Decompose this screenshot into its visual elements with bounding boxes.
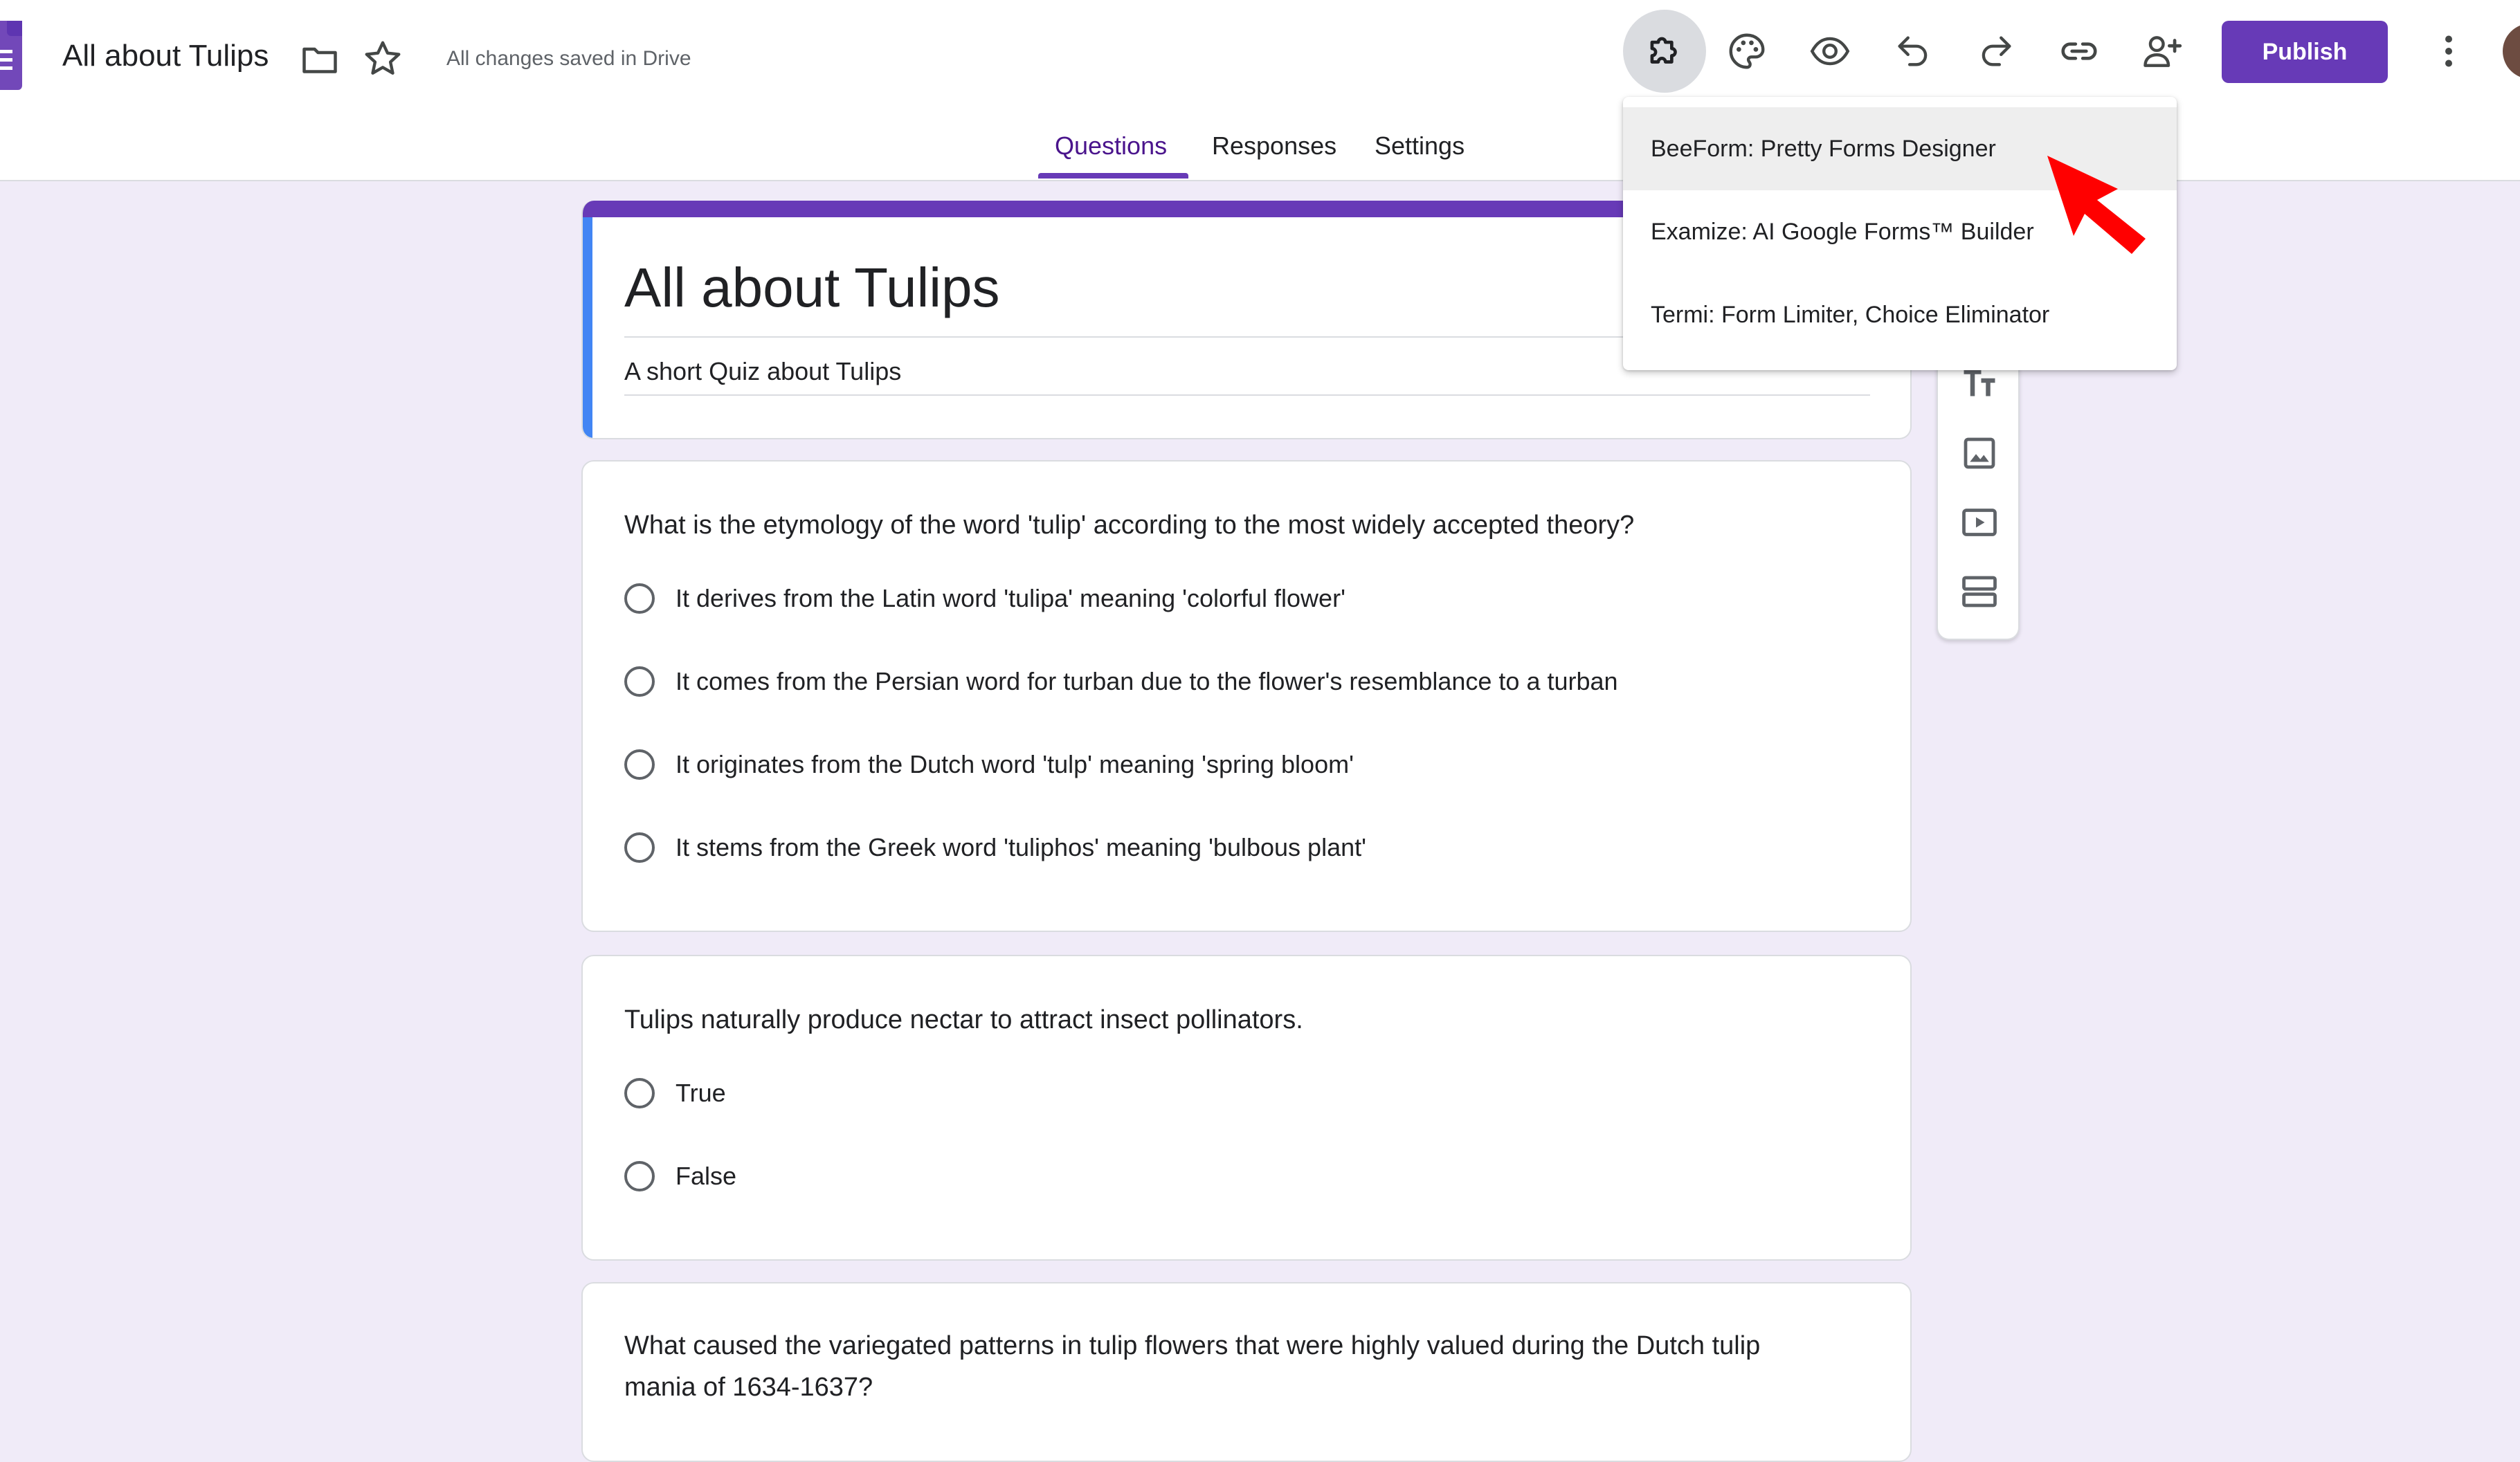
google-forms-logo-icon[interactable] bbox=[0, 21, 22, 90]
radio-button[interactable] bbox=[624, 1078, 655, 1108]
question-title-line-1[interactable]: What caused the variegated patterns in t… bbox=[624, 1325, 1760, 1367]
add-image-icon[interactable] bbox=[1959, 432, 2000, 474]
selected-card-indicator bbox=[583, 217, 592, 438]
option-label: It comes from the Persian word for turba… bbox=[676, 667, 1618, 695]
link-icon bbox=[2061, 42, 2097, 60]
menu-item-termi[interactable]: Termi: Form Limiter, Choice Eliminator bbox=[1623, 273, 2177, 356]
save-status: All changes saved in Drive bbox=[446, 47, 691, 70]
add-section-icon[interactable] bbox=[1959, 571, 2000, 612]
form-title[interactable]: All about Tulips bbox=[624, 256, 1000, 320]
radio-button[interactable] bbox=[624, 749, 655, 780]
radio-button[interactable] bbox=[624, 666, 655, 697]
option-label: True bbox=[676, 1079, 726, 1107]
tab-responses[interactable]: Responses bbox=[1212, 131, 1336, 161]
question-card-2[interactable]: Tulips naturally produce nectar to attra… bbox=[581, 955, 1912, 1261]
active-tab-indicator bbox=[1038, 173, 1188, 179]
preview-eye-icon bbox=[1810, 37, 1850, 66]
redo-icon bbox=[1982, 36, 2011, 66]
option-row[interactable]: It stems from the Greek word 'tuliphos' … bbox=[624, 832, 1366, 863]
question-title[interactable]: Tulips naturally produce nectar to attra… bbox=[624, 999, 1303, 1041]
publish-button[interactable]: Publish bbox=[2222, 21, 2388, 83]
add-ons-button[interactable] bbox=[1623, 10, 1706, 93]
option-row[interactable]: It derives from the Latin word 'tulipa' … bbox=[624, 583, 1345, 614]
option-row[interactable]: It originates from the Dutch word 'tulp'… bbox=[624, 749, 1354, 780]
star-icon[interactable] bbox=[361, 37, 404, 80]
more-vert-icon bbox=[2445, 35, 2452, 67]
account-avatar[interactable] bbox=[2503, 24, 2520, 79]
document-title[interactable]: All about Tulips bbox=[62, 39, 269, 73]
add-ons-icon bbox=[1650, 37, 1677, 64]
menu-item-label: Examize: AI Google Forms™ Builder bbox=[1651, 218, 2034, 245]
customize-theme-button[interactable] bbox=[1705, 10, 1788, 93]
question-title[interactable]: What is the etymology of the word 'tulip… bbox=[624, 504, 1634, 546]
undo-button[interactable] bbox=[1871, 10, 1955, 93]
option-row[interactable]: False bbox=[624, 1161, 736, 1191]
tab-settings[interactable]: Settings bbox=[1375, 131, 1465, 161]
tab-questions[interactable]: Questions bbox=[1055, 131, 1167, 161]
add-collaborator-icon bbox=[2143, 36, 2182, 67]
form-description[interactable]: A short Quiz about Tulips bbox=[624, 357, 901, 386]
question-card-1[interactable]: What is the etymology of the word 'tulip… bbox=[581, 460, 1912, 932]
radio-button[interactable] bbox=[624, 583, 655, 614]
option-row[interactable]: True bbox=[624, 1078, 726, 1108]
option-label: It originates from the Dutch word 'tulp'… bbox=[676, 750, 1354, 778]
add-collaborators-button[interactable] bbox=[2121, 10, 2204, 93]
radio-button[interactable] bbox=[624, 832, 655, 863]
menu-item-label: Termi: Form Limiter, Choice Eliminator bbox=[1651, 301, 2050, 328]
option-label: It derives from the Latin word 'tulipa' … bbox=[676, 584, 1345, 612]
floating-tools-sidebar bbox=[1937, 346, 2020, 640]
red-pointer-arrow-icon bbox=[2047, 156, 2146, 254]
option-label: It stems from the Greek word 'tuliphos' … bbox=[676, 833, 1366, 861]
menu-item-label: BeeForm: Pretty Forms Designer bbox=[1651, 135, 1996, 162]
add-video-icon[interactable] bbox=[1959, 502, 2000, 543]
folder-icon[interactable] bbox=[299, 39, 341, 80]
undo-icon bbox=[1898, 36, 1928, 66]
palette-icon bbox=[1729, 33, 1765, 69]
description-underline bbox=[624, 394, 1870, 396]
preview-button[interactable] bbox=[1788, 10, 1871, 93]
question-card-3[interactable]: What caused the variegated patterns in t… bbox=[581, 1282, 1912, 1462]
option-row[interactable]: It comes from the Persian word for turba… bbox=[624, 666, 1618, 697]
question-title-line-2[interactable]: mania of 1634-1637? bbox=[624, 1367, 873, 1408]
redo-button[interactable] bbox=[1955, 10, 2038, 93]
option-label: False bbox=[676, 1162, 737, 1190]
radio-button[interactable] bbox=[624, 1161, 655, 1191]
copy-link-button[interactable] bbox=[2038, 10, 2121, 93]
more-options-button[interactable] bbox=[2407, 10, 2490, 93]
